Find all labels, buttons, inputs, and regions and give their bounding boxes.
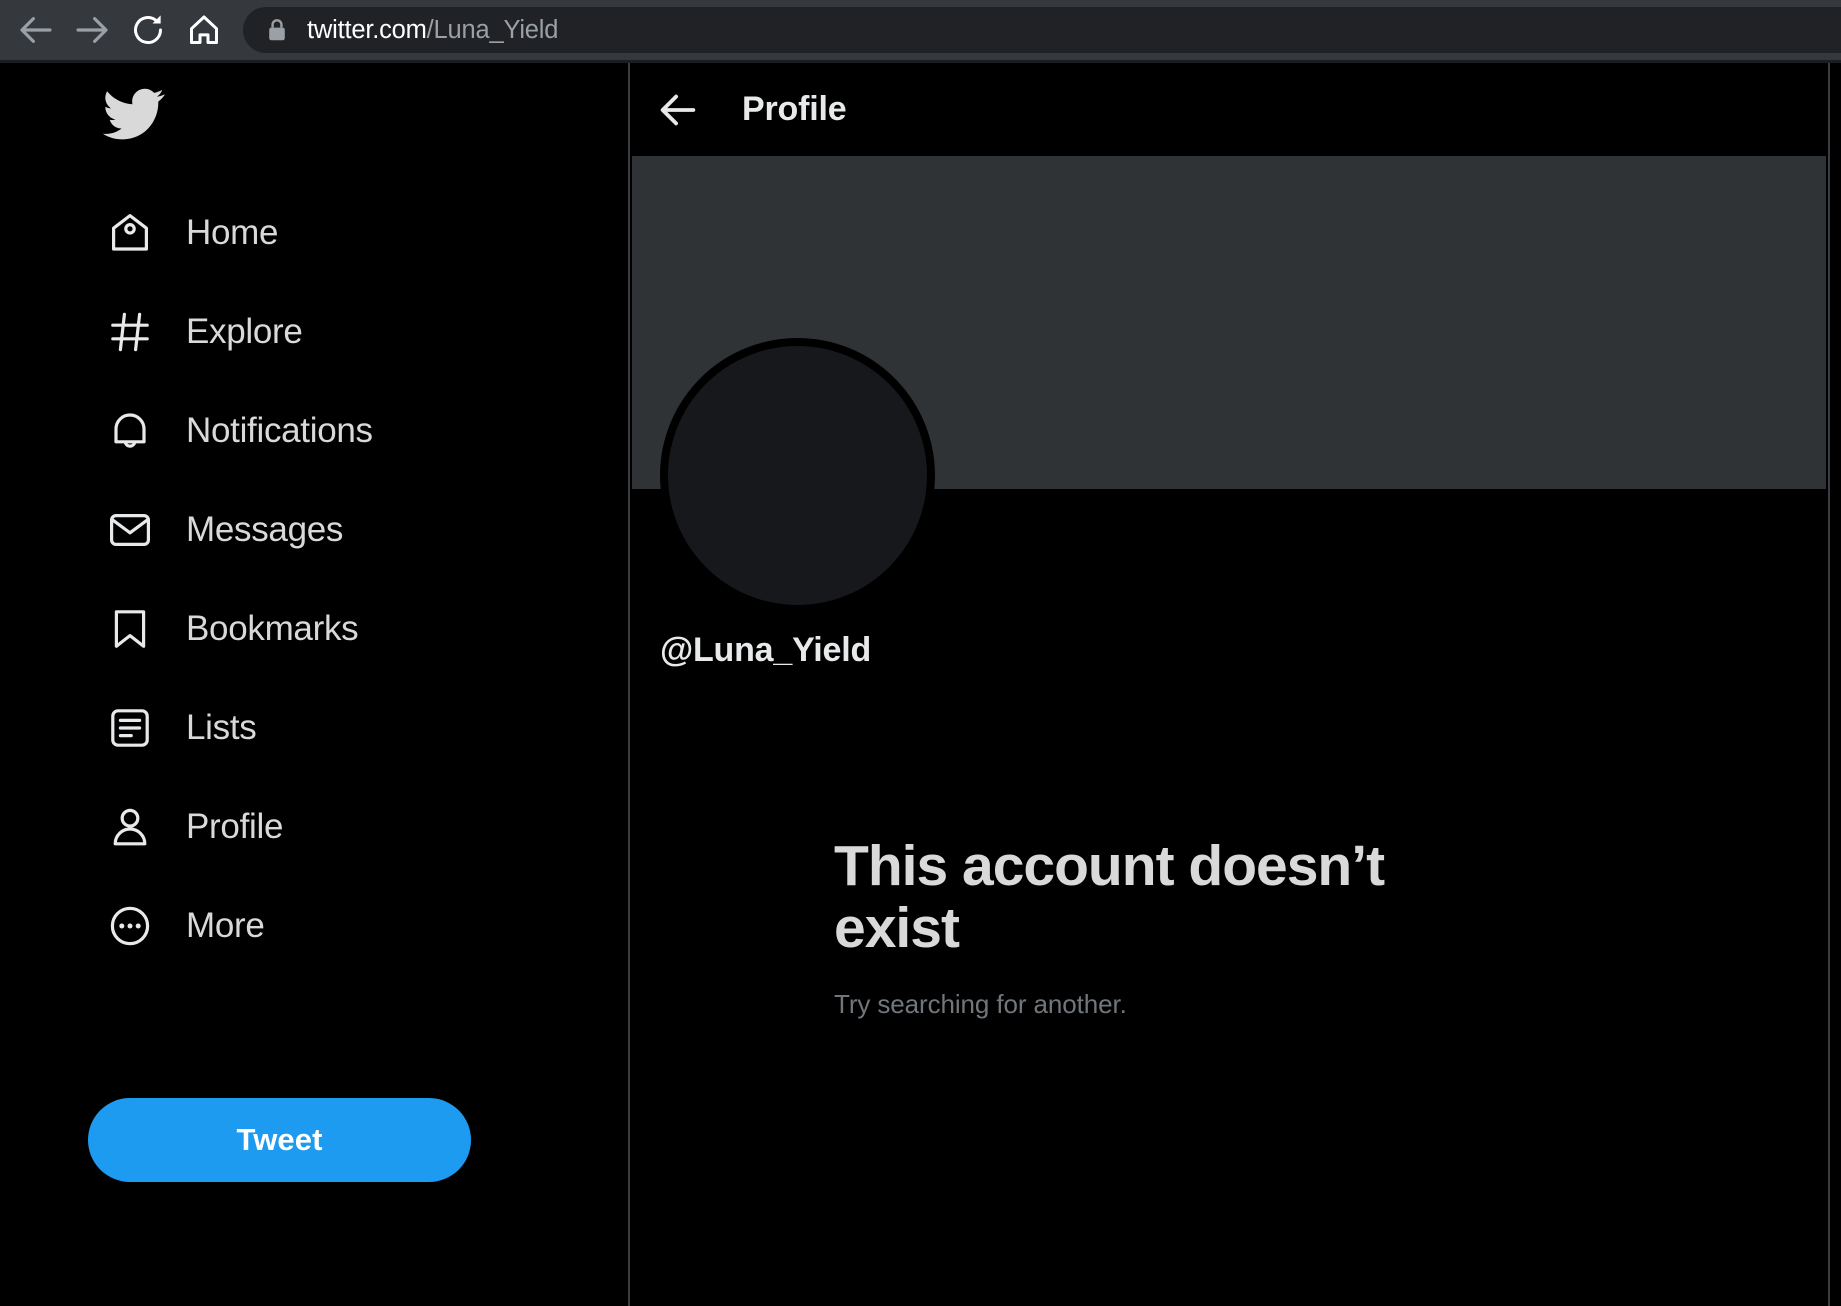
sidebar-item-label: Notifications [186, 410, 373, 450]
forward-arrow-icon [76, 17, 108, 43]
sidebar-item-label: Lists [186, 707, 257, 747]
sidebar-item-bookmarks[interactable]: Bookmarks [0, 579, 630, 678]
sidebar-item-messages[interactable]: Messages [0, 480, 630, 579]
empty-state: This account doesn’t exist Try searching… [834, 834, 1494, 1020]
url-text: twitter.com/Luna_Yield [307, 16, 558, 45]
back-arrow-icon[interactable] [654, 86, 702, 134]
profile-header-bar: Profile [632, 63, 1826, 156]
sidebar-nav-list: Home Explore Notifications Messages Book… [0, 183, 630, 975]
address-bar[interactable]: twitter.com/Luna_Yield [243, 7, 1841, 53]
sidebar-item-label: Bookmarks [186, 608, 359, 648]
sidebar-item-label: Home [186, 212, 279, 252]
url-domain: twitter.com [307, 15, 427, 44]
hashtag-icon [104, 306, 156, 358]
lock-icon [267, 18, 287, 42]
reload-icon [134, 15, 162, 44]
home-button[interactable] [176, 2, 232, 58]
sidebar-item-notifications[interactable]: Notifications [0, 381, 630, 480]
profile-main-column: Profile @Luna_Yield This account doesn’t… [632, 63, 1826, 1306]
sidebar-item-explore[interactable]: Explore [0, 282, 630, 381]
more-circle-icon [104, 900, 156, 952]
forward-button[interactable] [64, 2, 120, 58]
sidebar-item-more[interactable]: More [0, 876, 630, 975]
bookmark-icon [104, 603, 156, 655]
home-icon [104, 207, 156, 259]
sidebar-item-lists[interactable]: Lists [0, 678, 630, 777]
sidebar-item-label: Messages [186, 509, 344, 549]
avatar[interactable] [660, 338, 935, 613]
home-icon [190, 15, 218, 44]
web-page: Home Explore Notifications Messages Book… [0, 63, 1841, 1306]
tweet-button[interactable]: Tweet [88, 1098, 471, 1182]
sidebar-item-profile[interactable]: Profile [0, 777, 630, 876]
browser-window: twitter.com/Luna_Yield Home Explore Noti… [0, 0, 1841, 1306]
back-button[interactable] [8, 2, 64, 58]
bell-icon [104, 405, 156, 457]
page-title: Profile [742, 90, 847, 128]
empty-state-title: This account doesn’t exist [834, 834, 1385, 960]
url-path: /Luna_Yield [426, 15, 559, 44]
twitter-sidebar: Home Explore Notifications Messages Book… [0, 63, 630, 1306]
envelope-icon [104, 504, 156, 556]
empty-state-subtitle: Try searching for another. [834, 989, 1127, 1020]
sidebar-item-label: Explore [186, 311, 303, 351]
list-icon [104, 702, 156, 754]
sidebar-item-home[interactable]: Home [0, 183, 630, 282]
sidebar-item-label: More [186, 905, 265, 945]
profile-handle: @Luna_Yield [660, 631, 872, 669]
right-rail [1828, 63, 1841, 1306]
twitter-logo-icon[interactable] [102, 82, 165, 144]
browser-toolbar: twitter.com/Luna_Yield [0, 0, 1841, 60]
back-arrow-icon [20, 17, 52, 43]
reload-button[interactable] [120, 2, 176, 58]
sidebar-item-label: Profile [186, 806, 284, 846]
person-icon [104, 801, 156, 853]
